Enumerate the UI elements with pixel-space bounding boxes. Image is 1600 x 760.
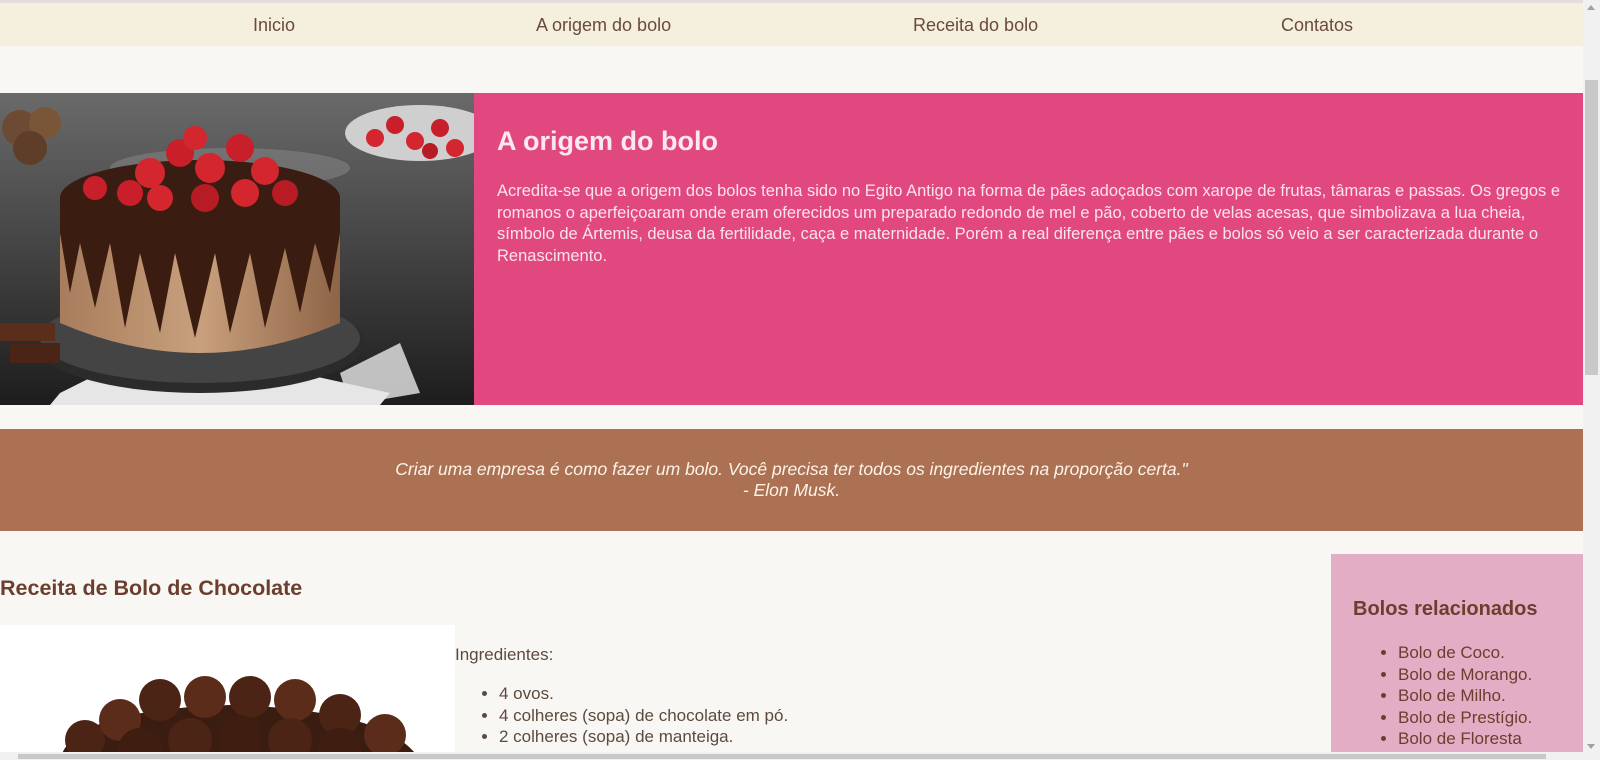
nav-link-receita[interactable]: Receita do bolo (913, 15, 1038, 36)
ingredients-label: Ingredientes: (455, 645, 554, 664)
ingredient-item: 4 ovos. (499, 683, 788, 705)
recipe-title: Receita de Bolo de Chocolate (0, 576, 303, 600)
quote-author: - Elon Musk. (742, 480, 841, 500)
horizontal-scroll-thumb[interactable] (18, 754, 1546, 759)
ingredients-list: 4 ovos. 4 colheres (sopa) de chocolate e… (455, 683, 788, 748)
related-item[interactable]: Bolo de Coco. (1398, 642, 1532, 664)
related-item[interactable]: Bolo de Morango. (1398, 664, 1532, 686)
nav-link-contatos[interactable]: Contatos (1281, 15, 1353, 36)
horizontal-scrollbar[interactable] (0, 752, 1583, 760)
related-item[interactable]: Bolo de Floresta (1398, 728, 1532, 750)
top-navigation: Inicio A origem do bolo Receita do bolo … (0, 3, 1583, 46)
scroll-up-icon[interactable] (1587, 5, 1595, 10)
origin-title: A origem do bolo (497, 126, 718, 156)
quote-text: Criar uma empresa é como fazer um bolo. … (395, 459, 1188, 479)
origin-paragraph: Acredita-se que a origem dos bolos tenha… (497, 182, 1561, 265)
origin-text-panel: A origem do bolo Acredita-se que a orige… (474, 93, 1583, 405)
origin-section: A origem do bolo Acredita-se que a orige… (0, 93, 1583, 405)
related-title: Bolos relacionados (1353, 598, 1538, 620)
vertical-scrollbar[interactable] (1583, 0, 1600, 760)
vertical-scroll-thumb[interactable] (1585, 80, 1598, 375)
ingredient-item: 2 colheres (sopa) de manteiga. (499, 726, 788, 748)
cake-photo (0, 93, 474, 405)
related-cakes-sidebar: Bolos relacionados Bolo de Coco. Bolo de… (1331, 554, 1583, 760)
nav-link-origem[interactable]: A origem do bolo (536, 15, 671, 36)
related-item[interactable]: Bolo de Milho. (1398, 685, 1532, 707)
ingredient-item: 4 colheres (sopa) de chocolate em pó. (499, 705, 788, 727)
recipe-photo (0, 625, 455, 760)
scroll-down-icon[interactable] (1587, 744, 1595, 749)
chocolate-cake-illustration (0, 93, 474, 405)
related-item[interactable]: Bolo de Prestígio. (1398, 707, 1532, 729)
quote-banner: Criar uma empresa é como fazer um bolo. … (0, 429, 1583, 531)
related-list: Bolo de Coco. Bolo de Morango. Bolo de M… (1353, 642, 1532, 750)
nav-link-inicio[interactable]: Inicio (253, 15, 295, 36)
brigadeiro-cake-illustration (0, 625, 455, 760)
